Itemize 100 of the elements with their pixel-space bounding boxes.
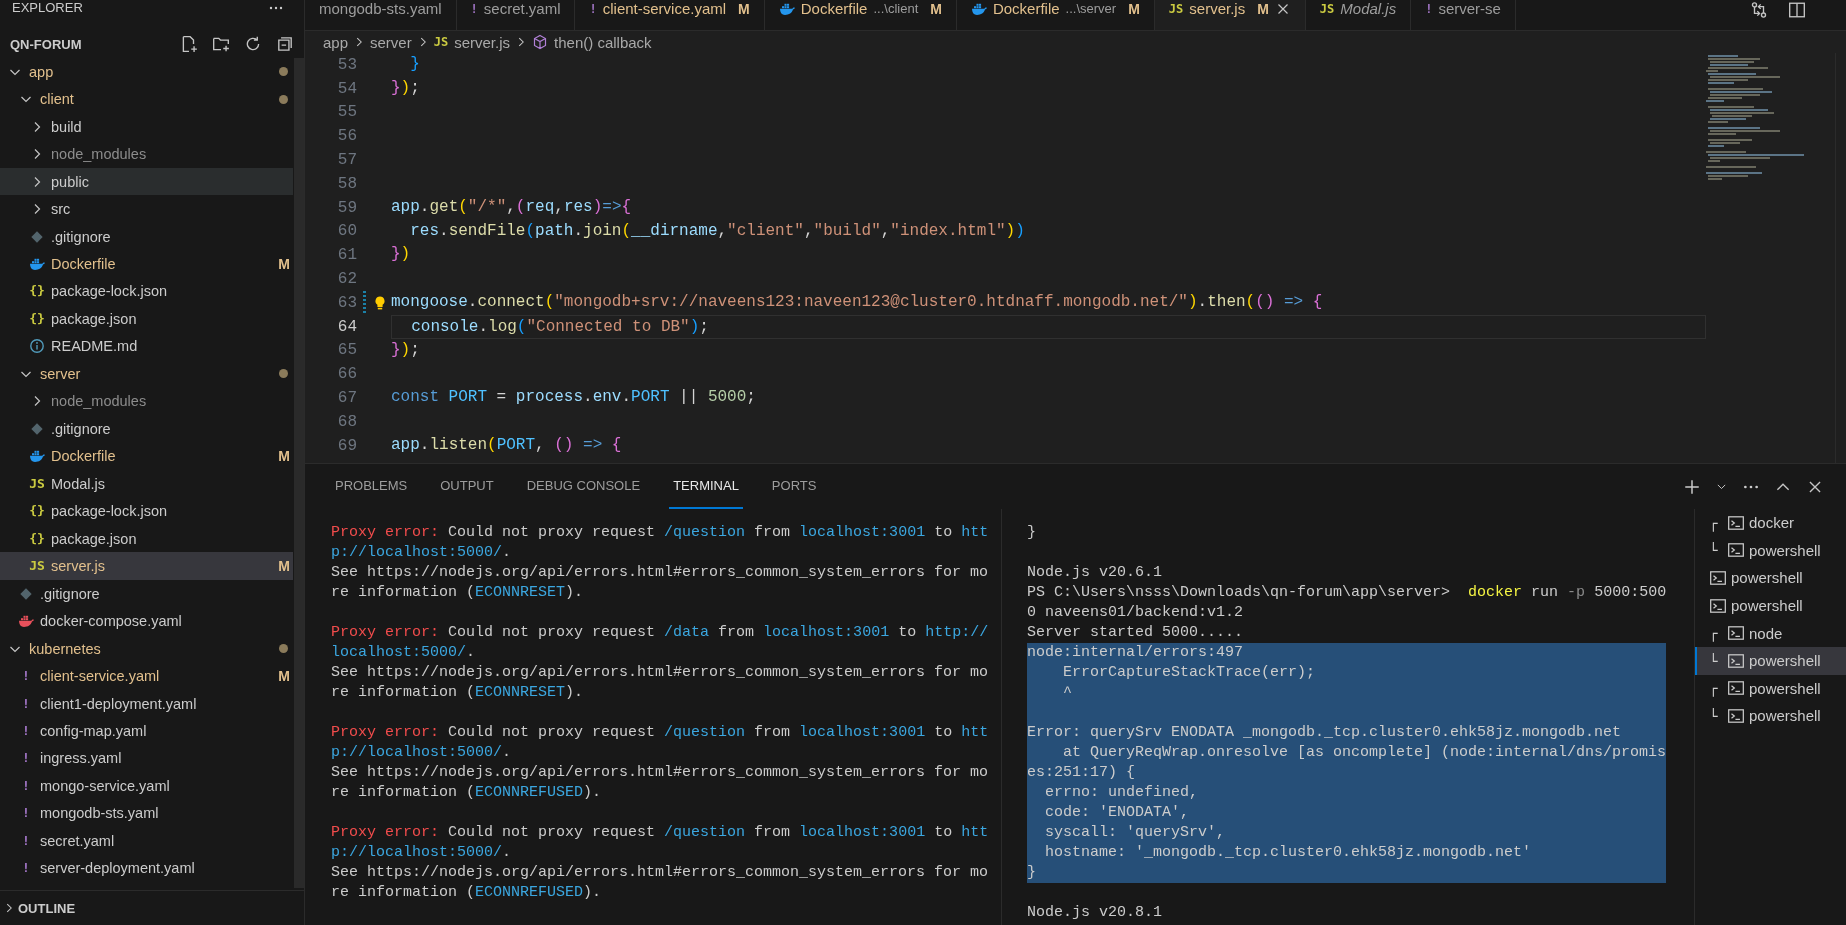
terminal-list-item[interactable]: ┌ docker <box>1695 509 1846 537</box>
terminal-icon <box>1727 679 1745 698</box>
file-item[interactable]: ! client1-deployment.yaml <box>0 689 293 718</box>
outline-title[interactable]: OUTLINE <box>18 900 76 916</box>
js-file-icon: JS <box>29 475 45 492</box>
terminal-line: p://localhost:5000/. <box>331 843 513 863</box>
file-item[interactable]: ! mongodb-sts.yaml <box>0 799 293 828</box>
folder-item[interactable]: node_modules <box>0 140 293 168</box>
terminal-list-item[interactable]: powershell <box>1695 591 1846 620</box>
file-item[interactable]: Dockerfile M <box>0 250 293 278</box>
panel-tab[interactable]: PROBLEMS <box>331 464 412 509</box>
file-item[interactable]: docker-compose.yaml <box>0 607 293 635</box>
terminal-icon <box>1709 596 1727 615</box>
terminal-list-item[interactable]: └ powershell <box>1695 646 1846 675</box>
terminal-icon <box>1727 541 1745 560</box>
terminal-line: PS C:\Users\nsss\Downloads\qn-forum\app\server> docker run -p 5000:500 <box>1027 583 1667 603</box>
folder-item[interactable]: client <box>0 85 293 113</box>
whale-icon <box>970 1 987 17</box>
terminal-line: re information (ECONNRESET). <box>331 583 585 603</box>
file-item[interactable]: README.md <box>0 332 293 361</box>
file-item[interactable]: {} package.json <box>0 524 293 553</box>
file-item[interactable]: ! secret.yaml <box>0 827 293 855</box>
file-item[interactable]: .gitignore <box>0 415 293 443</box>
scrollbar[interactable] <box>294 58 304 888</box>
new-folder-icon[interactable] <box>212 35 230 53</box>
lightbulb-icon[interactable] <box>372 294 388 311</box>
panel-tab[interactable]: PORTS <box>767 464 821 509</box>
file-item[interactable]: ! client-service.yaml M <box>0 662 293 690</box>
new-file-icon[interactable] <box>180 35 198 53</box>
terminal-line: See https://nodejs.org/api/errors.html#errors_common_system_errors for mo <box>331 763 989 783</box>
terminal-list-item[interactable]: ┌ powershell <box>1695 674 1846 703</box>
file-item[interactable]: ! config-map.yaml <box>0 717 293 745</box>
line-number: 67 <box>336 389 357 408</box>
terminal-icon <box>1727 513 1745 532</box>
terminal-line: Proxy error: Could not proxy request /question from localhost:3001 to htt <box>331 523 989 543</box>
code-line: }); <box>391 339 421 361</box>
file-item[interactable]: {} package-lock.json <box>0 277 293 306</box>
file-item[interactable]: ! mongo-service.yaml <box>0 772 293 800</box>
js-file-icon: JS <box>1168 0 1184 18</box>
line-number: 62 <box>336 270 357 289</box>
collapse-all-icon[interactable] <box>276 35 294 53</box>
terminal-line: Node.js v20.6.1 <box>1027 563 1164 583</box>
folder-item[interactable]: app <box>0 58 293 86</box>
cube-icon <box>532 34 549 50</box>
file-item[interactable]: ! server-deployment.yaml <box>0 854 293 883</box>
terminal-line: See https://nodejs.org/api/errors.html#errors_common_system_errors for mo <box>331 863 989 883</box>
braces-icon: {} <box>29 530 45 547</box>
line-number: 58 <box>336 174 357 193</box>
folder-item[interactable]: server <box>0 360 293 388</box>
exclamation-icon: ! <box>589 0 597 18</box>
workspace-folder-title[interactable]: QN-FORUM <box>10 36 166 52</box>
terminal-line: localhost:5000/. <box>331 643 477 663</box>
compare-changes-icon[interactable] <box>1750 1 1768 19</box>
breadcrumb-item[interactable]: server <box>370 33 412 51</box>
folder-item[interactable]: public <box>0 167 293 196</box>
code-line: }); <box>391 77 421 99</box>
line-number: 55 <box>336 103 357 122</box>
split-editor-icon[interactable] <box>1788 1 1806 19</box>
breadcrumb-item[interactable]: app <box>323 33 349 51</box>
terminal-line: p://localhost:5000/. <box>331 543 513 563</box>
file-item[interactable]: JS server.js M <box>0 552 293 580</box>
line-number: 65 <box>336 341 357 360</box>
terminal-line: } <box>1027 523 1037 543</box>
file-item[interactable]: .gitignore <box>0 579 293 608</box>
git-status-letter: M <box>930 0 942 18</box>
panel-tab[interactable]: OUTPUT <box>436 464 498 509</box>
plus-icon[interactable] <box>1683 477 1701 496</box>
js-file-icon: JS <box>433 33 449 51</box>
terminal-list-item[interactable]: powershell <box>1695 564 1846 592</box>
panel-tab[interactable]: TERMINAL <box>669 464 743 509</box>
git-status-letter: M <box>278 668 290 685</box>
terminal-list-item[interactable]: └ powershell <box>1695 536 1846 565</box>
refresh-icon[interactable] <box>244 35 262 53</box>
terminal-icon <box>1709 569 1727 587</box>
file-item[interactable]: ! ingress.yaml <box>0 744 293 773</box>
js-file-icon: JS <box>1319 0 1335 18</box>
breadcrumb-item[interactable]: JS server.js <box>433 33 511 51</box>
folder-item[interactable]: kubernetes <box>0 634 293 663</box>
terminal-line: See https://nodejs.org/api/errors.html#errors_common_system_errors for mo <box>331 663 989 683</box>
terminal-line: Proxy error: Could not proxy request /question from localhost:3001 to htt <box>331 723 989 743</box>
file-item[interactable]: JS Modal.js <box>0 470 293 498</box>
line-number: 57 <box>336 151 357 170</box>
file-item[interactable]: Dockerfile M <box>0 442 293 471</box>
folder-item[interactable]: src <box>0 195 293 223</box>
exclamation-icon: ! <box>22 695 30 712</box>
file-item[interactable]: {} package-lock.json <box>0 497 293 525</box>
folder-item[interactable]: build <box>0 112 293 141</box>
file-item[interactable]: .gitignore <box>0 222 293 251</box>
editor-tab[interactable]: JS server.js M <box>1154 0 1306 30</box>
folder-item[interactable]: node_modules <box>0 387 293 416</box>
terminal-list-item[interactable]: ┌ node <box>1695 619 1846 647</box>
terminal-list-item[interactable]: └ powershell <box>1695 702 1846 730</box>
breadcrumb-item[interactable]: then() callback <box>532 33 652 51</box>
code-line: app.get("/*",(req,res)=>{ <box>391 196 633 218</box>
line-number: 53 <box>336 55 357 74</box>
exclamation-icon: ! <box>22 832 30 849</box>
panel-tab[interactable]: DEBUG CONSOLE <box>522 464 645 509</box>
file-item[interactable]: {} package.json <box>0 305 293 333</box>
line-number: 63 <box>336 293 357 312</box>
whale-icon <box>29 448 45 465</box>
